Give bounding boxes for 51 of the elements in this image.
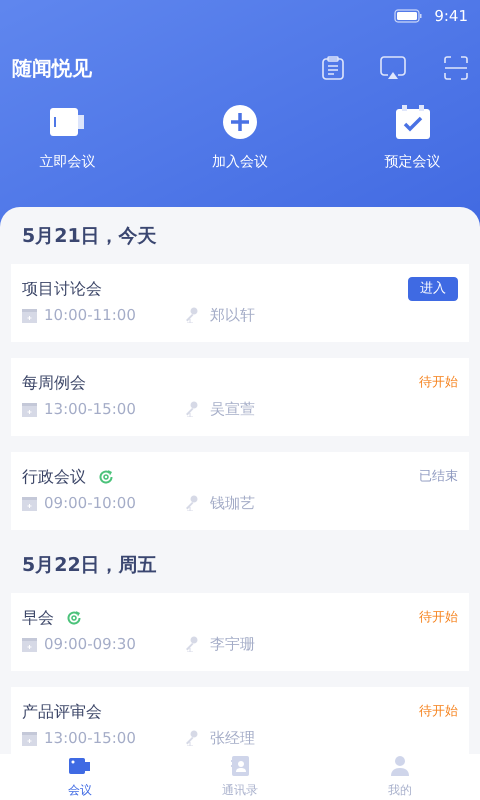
meeting-title: 产品评审会 — [22, 701, 102, 723]
meeting-status: 待开始 — [419, 374, 458, 392]
calendar-icon — [22, 308, 37, 322]
meeting-status: 待开始 — [419, 703, 458, 722]
screen-cast-icon[interactable] — [380, 56, 406, 80]
action-button[interactable]: 加入会议 — [182, 104, 298, 173]
meeting-time: 09:00-09:30 — [44, 636, 137, 652]
microphone-icon — [184, 401, 198, 417]
meeting-host: 张经理 — [210, 730, 255, 746]
calendar-icon — [22, 636, 37, 652]
action-button[interactable]: 预定会议 — [355, 104, 470, 173]
person-icon — [391, 756, 409, 776]
microphone-icon — [184, 307, 198, 323]
microphone-icon — [184, 636, 198, 652]
meeting-status: 待开始 — [419, 609, 458, 628]
meeting-time: 09:00-10:00 — [44, 496, 137, 510]
meeting-status: 已结束 — [419, 468, 458, 486]
meeting-card[interactable]: 行政会议 已结束 09:00-10:00 钱珈艺 — [11, 452, 469, 530]
calendar-icon — [22, 496, 37, 510]
battery-icon — [394, 9, 422, 23]
meeting-title: 早会 — [22, 607, 54, 629]
date-heading: 5月22日，周五 — [22, 552, 157, 578]
meeting-card[interactable]: 产品评审会 待开始 13:00-15:00 张经理 — [11, 687, 469, 754]
action-button[interactable]: 立即会议 — [10, 104, 125, 173]
meeting-host: 郑以轩 — [210, 308, 255, 322]
meeting-host: 钱珈艺 — [210, 496, 255, 510]
meeting-card[interactable]: 每周例会 待开始 13:00-15:00 吴宣萱 — [11, 358, 469, 436]
calendar-icon — [22, 730, 37, 746]
clipboard-icon[interactable] — [322, 56, 344, 80]
meeting-card[interactable]: 项目讨论会 进入 10:00-11:00 郑以轩 — [11, 264, 469, 342]
meeting-time: 13:00-15:00 — [44, 402, 137, 416]
plus-icon — [223, 105, 257, 139]
scan-icon[interactable] — [444, 56, 468, 80]
app-title: 随闻悦见 — [12, 55, 93, 82]
calendar-check-icon — [396, 105, 430, 139]
microphone-icon — [184, 495, 198, 511]
meeting-host: 李宇珊 — [210, 636, 255, 652]
status-time: 9:41 — [434, 6, 468, 27]
video-camera-icon — [69, 757, 91, 775]
meeting-host: 吴宣萱 — [210, 402, 255, 416]
microphone-icon — [184, 730, 198, 746]
date-heading: 5月21日，今天 — [22, 224, 157, 249]
meeting-title: 行政会议 — [22, 466, 86, 488]
enter-button[interactable]: 进入 — [408, 277, 458, 301]
tab-item[interactable]: 会议 — [0, 754, 160, 800]
meeting-card[interactable]: 早会 待开始 09:00-09:30 李宇珊 — [11, 593, 469, 671]
calendar-icon — [22, 402, 37, 416]
meeting-title: 项目讨论会 — [22, 278, 102, 300]
meeting-title: 每周例会 — [22, 372, 86, 394]
meeting-time: 10:00-11:00 — [44, 308, 137, 322]
meeting-time: 13:00-15:00 — [44, 730, 137, 746]
